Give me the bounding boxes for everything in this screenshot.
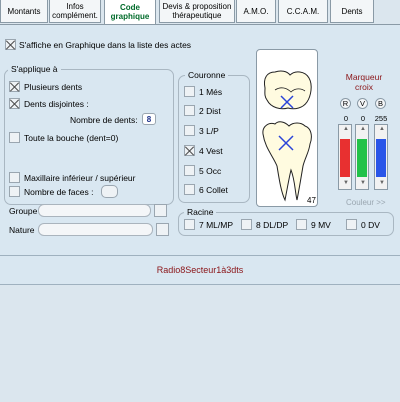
toute-bouche-checkbox[interactable] (9, 132, 20, 143)
racine-dldp-label: 8 DL/DP (256, 220, 289, 230)
couronne-collet-checkbox[interactable] (184, 184, 195, 195)
racine-mlmp-checkbox[interactable] (184, 219, 195, 230)
tab-ccam[interactable]: C.C.A.M. (278, 0, 328, 23)
blue-slider-up-icon[interactable]: ▲ (379, 126, 385, 132)
nombre-faces-label: Nombre de faces : (24, 187, 94, 197)
b-value: 255 (374, 114, 388, 123)
nature-field[interactable] (38, 223, 153, 236)
nombre-faces-checkbox[interactable] (9, 186, 20, 197)
tab-devis-proposition[interactable]: Devis & proposition thérapeutique (159, 0, 235, 23)
marqueur-title: Marqueur croix (345, 72, 383, 92)
green-slider-fill (357, 139, 367, 177)
plusieurs-dents-label: Plusieurs dents (24, 82, 83, 92)
blue-slider[interactable]: ▲ ▼ (374, 124, 388, 190)
racine-mv-checkbox[interactable] (296, 219, 307, 230)
affiche-graphique-checkbox[interactable] (5, 39, 16, 50)
toute-bouche-label: Toute la bouche (dent=0) (24, 133, 119, 143)
couronne-vest-label: 4 Vest (199, 146, 223, 156)
groupe-label: Groupe (9, 206, 38, 216)
racine-mv-label: 9 MV (311, 220, 331, 230)
affiche-graphique-label: S'affiche en Graphique dans la liste des… (19, 40, 192, 50)
red-slider[interactable]: ▲ ▼ (338, 124, 352, 190)
nombre-dents-field[interactable]: 8 (142, 113, 156, 125)
couronne-title: Couronne (185, 70, 229, 80)
couronne-occ-checkbox[interactable] (184, 165, 195, 176)
nature-label: Nature (9, 225, 35, 235)
r-value: 0 (343, 114, 349, 123)
code-name-bar: Radio8Secteur1à3dts (0, 255, 400, 285)
couronne-lp-label: 3 L/P (199, 126, 219, 136)
green-slider[interactable]: ▲ ▼ (355, 124, 369, 190)
racine-dv-label: 0 DV (361, 220, 380, 230)
tooth-preview: 47 (256, 49, 318, 207)
racine-mlmp-label: 7 ML/MP (199, 220, 234, 230)
green-slider-down-icon[interactable]: ▼ (360, 180, 366, 186)
groupe-field[interactable] (38, 204, 151, 217)
groupe-select-button[interactable] (154, 204, 167, 217)
tab-code-graphique[interactable]: Code graphique (104, 0, 156, 24)
nombre-faces-field[interactable] (101, 185, 118, 198)
tab-bar: Montants Infos complément. Code graphiqu… (0, 0, 400, 24)
tab-infos-complement[interactable]: Infos complément. (49, 0, 101, 23)
couronne-vest-checkbox[interactable] (184, 145, 195, 156)
green-slider-up-icon[interactable]: ▲ (360, 126, 366, 132)
code-name-label: Radio8Secteur1à3dts (156, 265, 244, 275)
v-radio[interactable]: V (357, 98, 368, 109)
tooth-drawing (262, 70, 312, 202)
tab-montants[interactable]: Montants (0, 0, 48, 23)
maxillaire-checkbox[interactable] (9, 172, 20, 183)
b-radio[interactable]: B (375, 98, 386, 109)
couronne-mes-checkbox[interactable] (184, 86, 195, 97)
nombre-dents-label: Nombre de dents: (70, 115, 138, 125)
couronne-dist-checkbox[interactable] (184, 105, 195, 116)
dents-disjointes-checkbox[interactable] (9, 98, 20, 109)
plusieurs-dents-checkbox[interactable] (9, 81, 20, 92)
dents-disjointes-label: Dents disjointes : (24, 99, 89, 109)
blue-slider-down-icon[interactable]: ▼ (379, 180, 385, 186)
r-radio[interactable]: R (340, 98, 351, 109)
blue-slider-fill (376, 139, 386, 177)
racine-title: Racine (184, 207, 217, 217)
tab-dents[interactable]: Dents (330, 0, 374, 23)
couronne-occ-label: 5 Occ (199, 166, 222, 176)
maxillaire-label: Maxillaire inférieur / supérieur (24, 173, 136, 183)
red-slider-up-icon[interactable]: ▲ (343, 126, 349, 132)
racine-dv-checkbox[interactable] (346, 219, 357, 230)
racine-dldp-checkbox[interactable] (241, 219, 252, 230)
couleur-button[interactable]: Couleur >> (346, 198, 386, 207)
red-slider-down-icon[interactable]: ▼ (343, 180, 349, 186)
couronne-lp-checkbox[interactable] (184, 125, 195, 136)
v-value: 0 (360, 114, 366, 123)
tab-amo[interactable]: A.M.O. (236, 0, 276, 23)
nature-select-button[interactable] (156, 223, 169, 236)
couronne-dist-label: 2 Dist (199, 106, 221, 116)
couronne-collet-label: 6 Collet (199, 185, 228, 195)
couronne-mes-label: 1 Més (199, 87, 223, 97)
tooth-number: 47 (307, 196, 316, 205)
applique-title: S'applique à (8, 64, 61, 74)
red-slider-fill (340, 139, 350, 177)
